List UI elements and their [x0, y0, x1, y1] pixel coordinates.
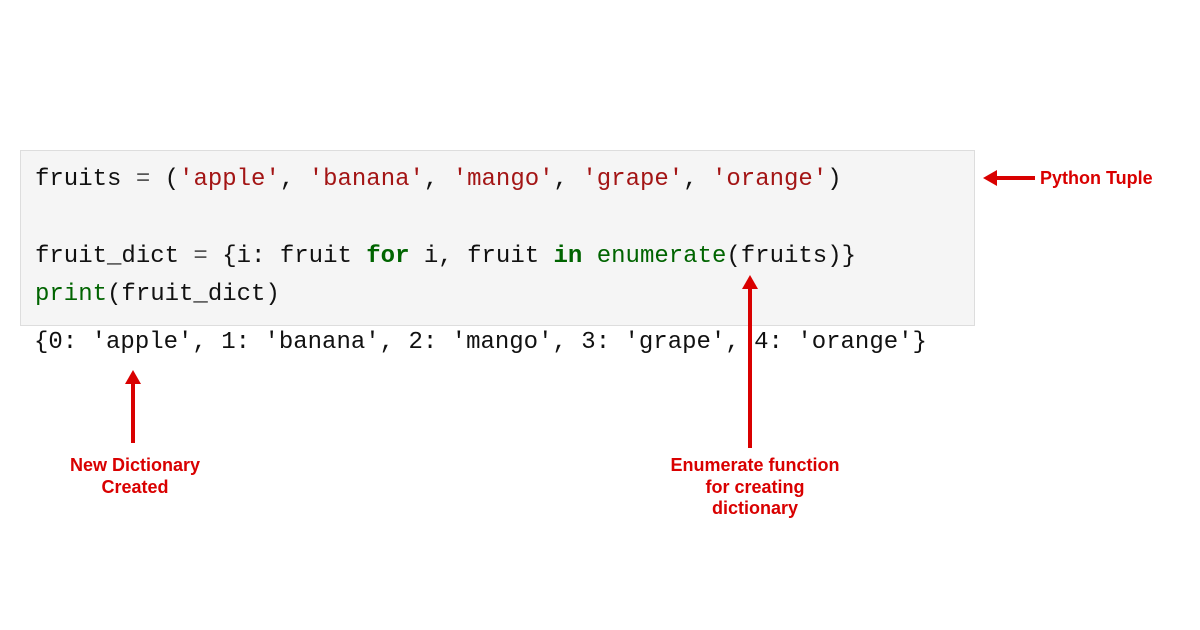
token-punc: i, fruit [410, 243, 554, 270]
code-line-2: fruit_dict = {i: fruit for i, fruit in e… [35, 238, 960, 276]
annotation-text: Created [101, 477, 168, 497]
token-str: 'apple' [179, 166, 280, 193]
token-var: fruit_dict [35, 243, 179, 270]
code-line-1: fruits = ('apple', 'banana', 'mango', 'g… [35, 161, 960, 199]
token-punc: ) [827, 166, 841, 193]
annotation-text: dictionary [712, 498, 798, 518]
token-keyword-for: for [366, 243, 409, 270]
token-punc [582, 243, 596, 270]
annotation-python-tuple: Python Tuple [1040, 168, 1153, 190]
token-str: 'mango' [453, 166, 554, 193]
token-punc: ( [165, 166, 179, 193]
token-punc: , [280, 166, 309, 193]
annotation-enumerate: Enumerate function for creating dictiona… [665, 455, 845, 520]
output-line: {0: 'apple', 1: 'banana', 2: 'mango', 3:… [34, 324, 961, 362]
token-fn-enumerate: enumerate [597, 243, 727, 270]
token-str: 'banana' [309, 166, 424, 193]
token-op: = [179, 243, 222, 270]
token-punc: {i: fruit [222, 243, 366, 270]
token-str: 'grape' [582, 166, 683, 193]
token-punc: , [424, 166, 453, 193]
token-fn-print: print [35, 281, 107, 308]
annotation-text: for creating [705, 477, 804, 497]
arrow-line [997, 176, 1035, 180]
code-line-blank [35, 199, 960, 237]
arrow-line [748, 288, 752, 448]
code-cell: fruits = ('apple', 'banana', 'mango', 'g… [20, 150, 975, 326]
annotation-new-dict: New Dictionary Created [60, 455, 210, 498]
annotation-text: New Dictionary [70, 455, 200, 475]
token-punc: (fruit_dict) [107, 281, 280, 308]
output-cell: {0: 'apple', 1: 'banana', 2: 'mango', 3:… [20, 320, 975, 366]
arrow-head-icon [125, 370, 141, 384]
arrow-head-icon [983, 170, 997, 186]
token-str: 'orange' [712, 166, 827, 193]
code-line-3: print(fruit_dict) [35, 276, 960, 314]
token-punc: , [683, 166, 712, 193]
token-keyword-in: in [554, 243, 583, 270]
token-op: = [121, 166, 164, 193]
token-punc: (fruits)} [726, 243, 856, 270]
arrow-head-icon [742, 275, 758, 289]
token-punc: , [554, 166, 583, 193]
annotation-text: Enumerate function [670, 455, 839, 475]
arrow-line [131, 383, 135, 443]
token-var: fruits [35, 166, 121, 193]
